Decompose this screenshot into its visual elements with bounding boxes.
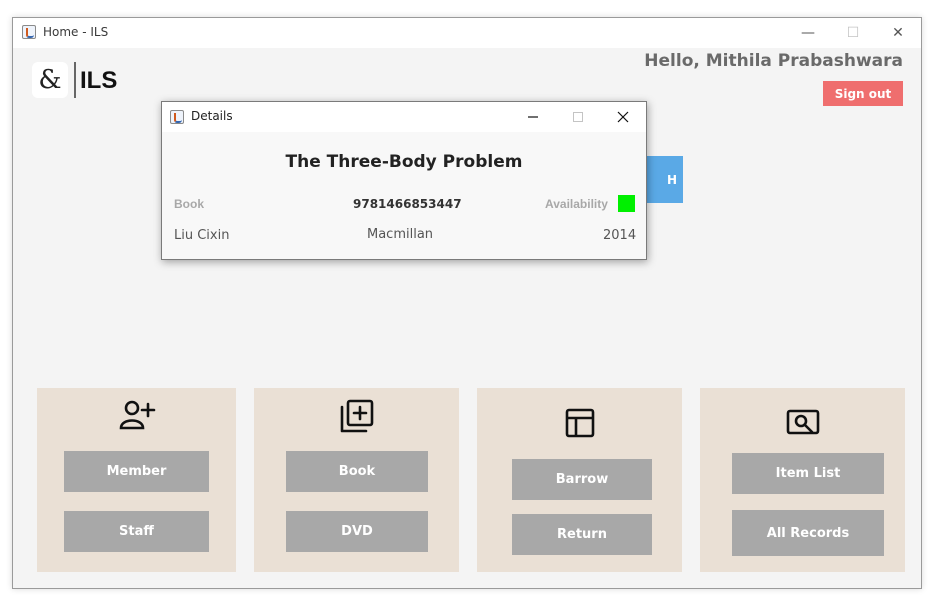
maximize-icon: [573, 112, 583, 122]
add-library-icon: [254, 398, 459, 434]
details-dialog: Details The Three-Body Problem Book 9781…: [161, 101, 647, 260]
add-person-icon: [37, 398, 236, 432]
minimize-button[interactable]: —: [785, 18, 831, 48]
dialog-close-button[interactable]: [600, 102, 646, 132]
staff-button[interactable]: Staff: [64, 511, 209, 552]
minimize-icon: [528, 116, 538, 118]
logo-divider: [74, 62, 76, 98]
java-app-icon: [22, 25, 36, 39]
window-title: Home - ILS: [43, 25, 109, 39]
logo-icon: &: [32, 62, 68, 98]
java-app-icon: [170, 110, 184, 124]
sign-out-button[interactable]: Sign out: [823, 81, 903, 106]
publisher-value: Macmillan: [367, 227, 434, 242]
panel-add-item: Book DVD: [254, 388, 459, 572]
panel-add-person: Member Staff: [37, 388, 236, 572]
close-button[interactable]: ✕: [875, 18, 921, 48]
dialog-minimize-button[interactable]: [510, 102, 556, 132]
year-value: 2014: [603, 228, 637, 243]
availability-indicator: [618, 195, 635, 212]
item-title: The Three-Body Problem: [285, 152, 523, 172]
brand-name: ILS: [80, 67, 118, 94]
title-bar[interactable]: Home - ILS — ☐ ✕: [13, 18, 921, 48]
isbn-value: 9781466853447: [353, 197, 462, 211]
availability-label: Availability: [545, 197, 608, 211]
item-type-label: Book: [174, 197, 204, 211]
search-screen-icon: [700, 408, 905, 438]
dialog-title-bar[interactable]: Details: [162, 102, 646, 132]
item-list-button[interactable]: Item List: [732, 453, 884, 494]
close-icon: [617, 111, 629, 123]
member-button[interactable]: Member: [64, 451, 209, 492]
author-value: Liu Cixin: [174, 228, 230, 243]
dvd-button[interactable]: DVD: [286, 511, 428, 552]
dialog-maximize-button[interactable]: [555, 102, 601, 132]
book-button[interactable]: Book: [286, 451, 428, 492]
maximize-button[interactable]: ☐: [830, 18, 876, 48]
return-button[interactable]: Return: [512, 514, 652, 555]
user-greeting: Hello, Mithila Prabashwara: [644, 51, 903, 71]
layout-icon: [477, 407, 682, 439]
dialog-title: Details: [191, 109, 233, 123]
panel-records: Item List All Records: [700, 388, 905, 572]
barrow-button[interactable]: Barrow: [512, 459, 652, 500]
all-records-button[interactable]: All Records: [732, 510, 884, 556]
panel-circulation: Barrow Return: [477, 388, 682, 572]
